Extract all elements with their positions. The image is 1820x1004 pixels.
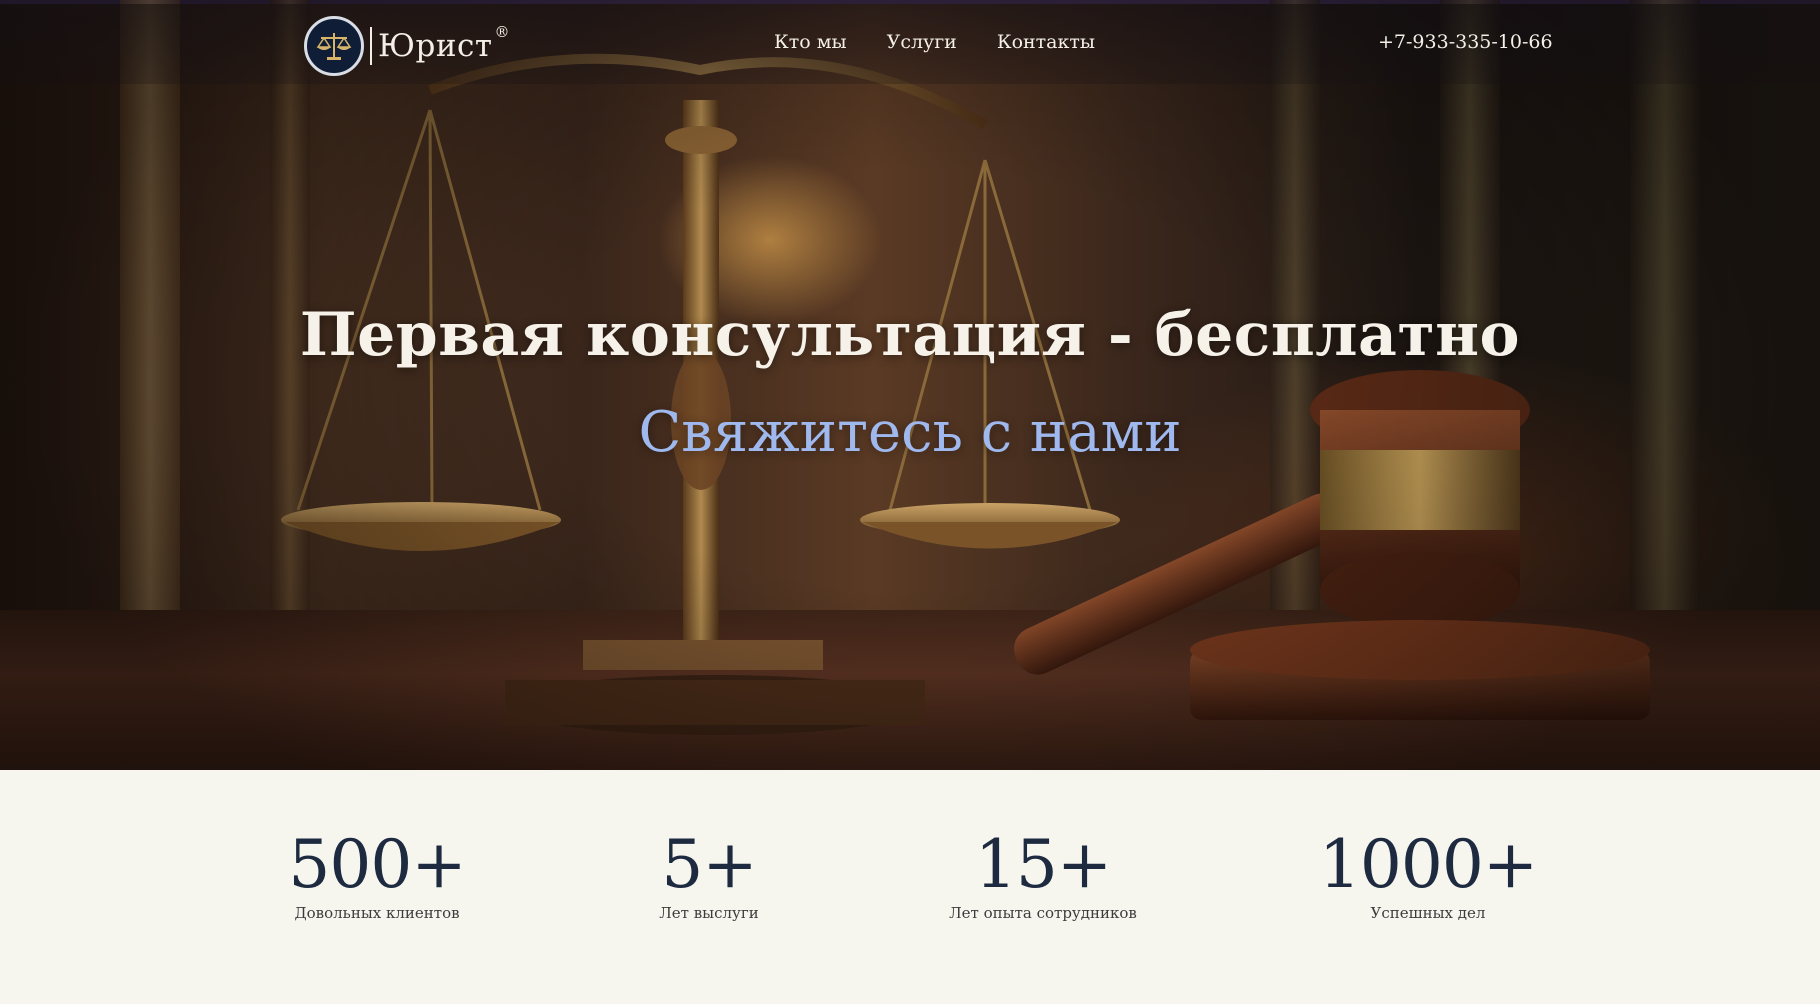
stat-value: 15+ <box>974 826 1112 903</box>
nav-link-services[interactable]: Услуги <box>887 31 957 53</box>
stat-item-years-service: 5+ Лет выслуги <box>659 826 759 923</box>
stat-value: 5+ <box>661 826 757 903</box>
stat-value: 500+ <box>288 826 466 903</box>
stats-section: 500+ Довольных клиентов 5+ Лет выслуги 1… <box>0 770 1820 1004</box>
registered-mark: ® <box>494 23 510 41</box>
hero-headline: Первая консультация - бесплатно <box>299 300 1521 370</box>
stat-label: Лет выслуги <box>659 904 759 922</box>
stat-item-successful-cases: 1000+ Успешных дел <box>1318 826 1538 923</box>
scales-icon <box>304 16 364 76</box>
logo-text: Юрист <box>378 28 493 64</box>
logo-divider <box>370 27 372 65</box>
main-nav: Кто мы Услуги Контакты <box>774 31 1095 53</box>
stat-value: 1000+ <box>1318 826 1538 903</box>
hero-vignette <box>0 0 1820 770</box>
stat-item-staff-experience: 15+ Лет опыта сотрудников <box>949 826 1137 923</box>
contact-us-link[interactable]: Свяжитесь с нами <box>0 400 1820 465</box>
stat-label: Лет опыта сотрудников <box>949 904 1137 922</box>
stat-label: Успешных дел <box>1370 904 1486 922</box>
hero-section <box>0 0 1820 770</box>
logo[interactable]: Юрист ® <box>304 15 510 77</box>
stat-item-clients: 500+ Довольных клиентов <box>288 826 466 923</box>
nav-link-about[interactable]: Кто мы <box>774 31 847 53</box>
nav-link-contacts[interactable]: Контакты <box>997 31 1095 53</box>
phone-number[interactable]: +7-933-335-10-66 <box>1378 31 1553 53</box>
stat-label: Довольных клиентов <box>294 904 460 922</box>
